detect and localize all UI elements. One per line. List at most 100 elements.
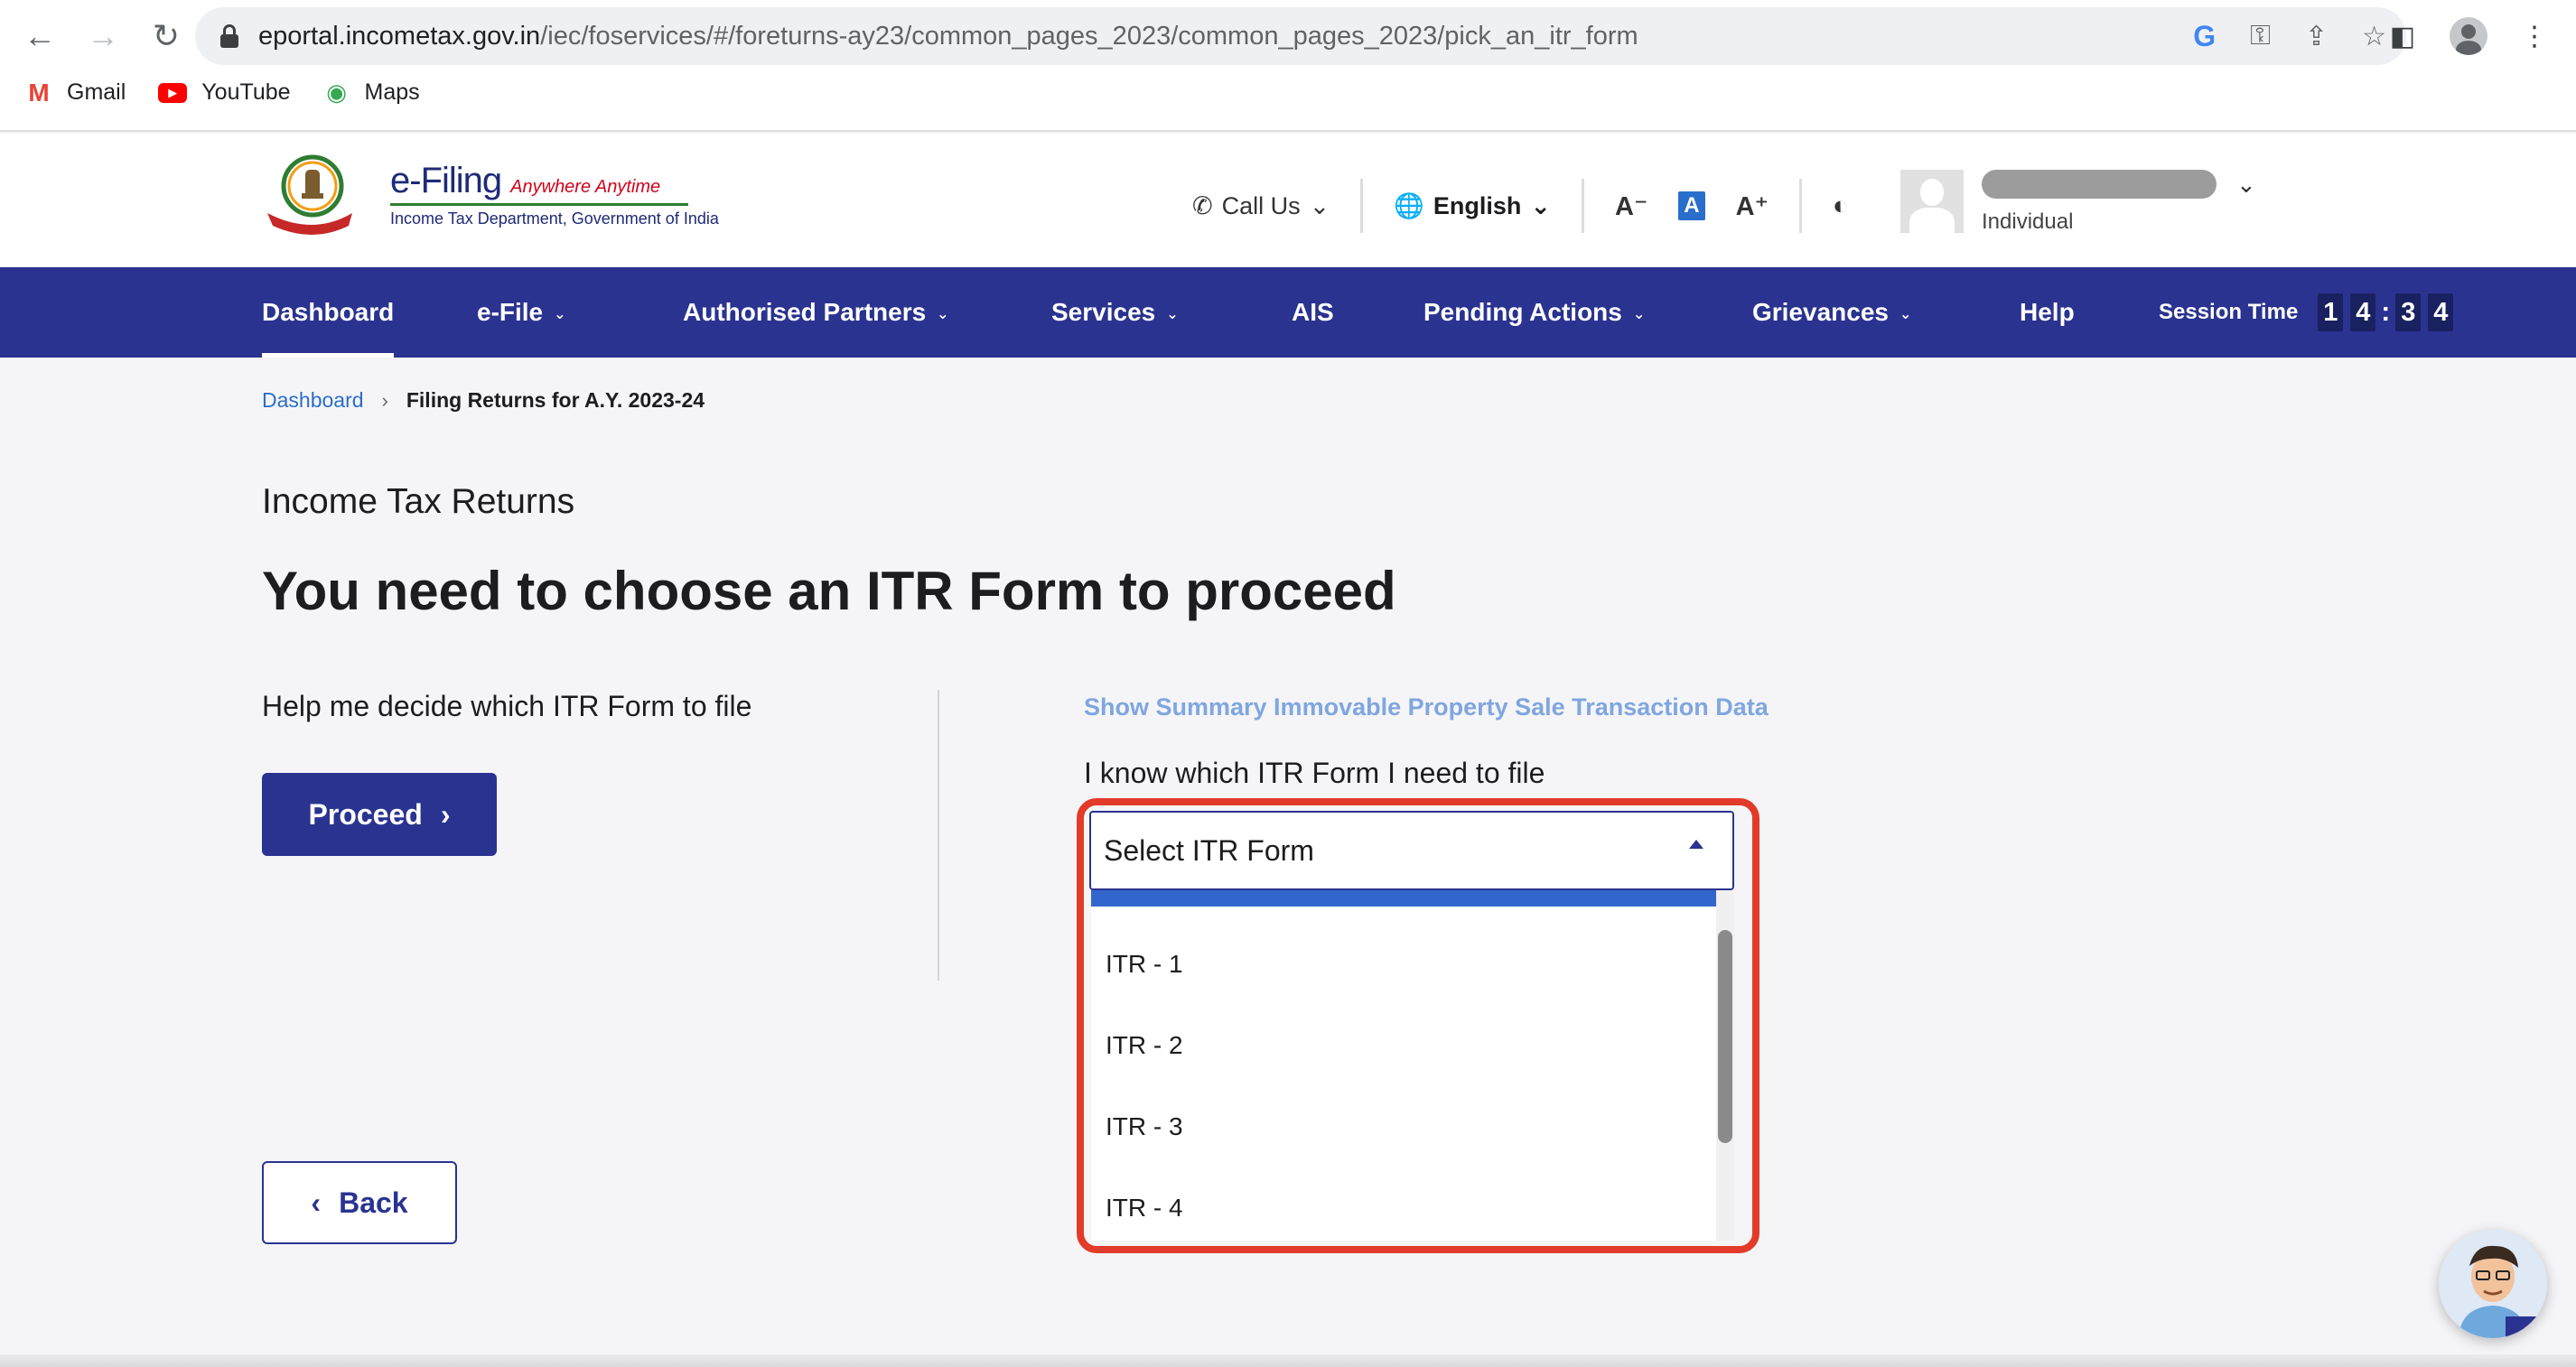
call-us-button[interactable]: ✆ Call Us ⌄ xyxy=(1162,192,1360,220)
share-icon[interactable]: ⇪ xyxy=(2305,21,2328,52)
back-arrow-icon[interactable]: ← xyxy=(20,16,60,56)
page-bottom-edge xyxy=(0,1354,2576,1367)
bookmark-gmail[interactable]: M Gmail xyxy=(25,78,126,107)
proceed-button[interactable]: Proceed › xyxy=(262,773,497,856)
logo-main-text: e-Filing xyxy=(390,161,502,200)
session-digit: 4 xyxy=(2350,293,2376,331)
google-icon[interactable]: G xyxy=(2193,20,2216,53)
bookmark-label: Maps xyxy=(364,79,420,105)
contrast-icon[interactable]: ◐ xyxy=(1816,191,1865,221)
phone-icon: ✆ xyxy=(1192,191,1213,219)
nav-efile[interactable]: e-File ⌄ xyxy=(477,267,566,358)
nav-label: AIS xyxy=(1292,298,1334,326)
back-label: Back xyxy=(339,1186,408,1219)
breadcrumb-current: Filing Returns for A.Y. 2023-24 xyxy=(406,388,705,412)
call-us-label: Call Us xyxy=(1221,191,1301,219)
itr-dropdown-list: ITR - 1 ITR - 2 ITR - 3 ITR - 4 xyxy=(1091,890,1734,1241)
help-decide-text: Help me decide which ITR Form to file xyxy=(262,690,752,722)
option-itr-3[interactable]: ITR - 3 xyxy=(1106,1112,1183,1141)
session-digit: 3 xyxy=(2395,293,2422,331)
reload-icon[interactable]: ↻ xyxy=(146,16,186,56)
language-label: English xyxy=(1433,191,1522,219)
header-divider xyxy=(1798,179,1802,233)
session-timer: Session Time 1 4 : 3 4 xyxy=(2159,267,2454,358)
nav-services[interactable]: Services ⌄ xyxy=(1051,267,1179,358)
nav-label: Grievances xyxy=(1752,298,1889,326)
page-subtitle: Income Tax Returns xyxy=(262,482,575,521)
efiling-logo[interactable]: e-Filing Anywhere Anytime Income Tax Depa… xyxy=(390,161,719,228)
lock-icon[interactable] xyxy=(220,24,238,48)
url-host: eportal.incometax.gov.in xyxy=(258,21,541,51)
user-name-row: ⌄ xyxy=(1982,170,2256,199)
itr-form-select[interactable]: Select ITR Form xyxy=(1089,811,1734,890)
nav-ais[interactable]: AIS xyxy=(1292,267,1334,358)
know-form-text: I know which ITR Form I need to file xyxy=(1084,757,1545,789)
breadcrumb: Dashboard › Filing Returns for A.Y. 2023… xyxy=(262,388,705,413)
browser-nav: ← → ↻ xyxy=(20,16,186,56)
breadcrumb-dashboard-link[interactable]: Dashboard xyxy=(262,388,364,413)
chatbot-avatar-icon[interactable] xyxy=(2439,1230,2547,1338)
chevron-down-icon: ⌄ xyxy=(1530,191,1552,219)
chevron-down-icon[interactable]: ⌄ xyxy=(2236,171,2256,199)
nav-dashboard[interactable]: Dashboard xyxy=(262,267,395,358)
site-header: e-Filing Anywhere Anytime Income Tax Depa… xyxy=(0,134,2576,267)
header-divider xyxy=(1582,179,1585,233)
globe-icon: 🌐 xyxy=(1394,192,1424,219)
avatar xyxy=(1900,170,1964,233)
gmail-icon: M xyxy=(28,78,50,107)
dropdown-scroll-thumb[interactable] xyxy=(1718,930,1732,1143)
chevron-down-icon: ⌄ xyxy=(937,307,949,322)
bookmark-youtube[interactable]: ▶ YouTube xyxy=(158,79,291,106)
browser-chrome: ← → ↻ eportal.incometax.gov.in/iec/foser… xyxy=(0,0,2576,132)
logo-tagline: Anywhere Anytime xyxy=(510,177,661,197)
side-panel-icon[interactable]: ◧ xyxy=(2383,16,2422,56)
session-label: Session Time xyxy=(2159,300,2299,324)
user-menu[interactable]: ⌄ Individual xyxy=(1900,170,2256,235)
back-button[interactable]: ‹ Back xyxy=(262,1161,457,1244)
nav-label: e-File xyxy=(477,298,544,326)
session-digit: 1 xyxy=(2318,293,2344,331)
forward-arrow-icon[interactable]: → xyxy=(83,16,123,56)
nav-pending-actions[interactable]: Pending Actions ⌄ xyxy=(1423,267,1645,358)
key-icon[interactable]: ⚿ xyxy=(2250,21,2271,51)
emblem-logo-icon[interactable] xyxy=(262,153,356,237)
chevron-down-icon: ⌄ xyxy=(1899,307,1912,322)
logo-dept-text: Income Tax Department, Government of Ind… xyxy=(390,209,719,228)
dropdown-selected-option[interactable] xyxy=(1091,890,1716,907)
omnibox-icons: G ⚿ ⇪ ☆ xyxy=(2193,7,2386,65)
dropdown-scrollbar[interactable] xyxy=(1716,890,1734,1241)
bookmark-label: YouTube xyxy=(201,79,291,105)
chevron-right-icon: › xyxy=(440,797,451,831)
font-decrease-button[interactable]: A⁻ xyxy=(1599,191,1664,222)
nav-help[interactable]: Help xyxy=(2020,267,2075,358)
column-divider xyxy=(938,690,939,981)
nav-grievances[interactable]: Grievances ⌄ xyxy=(1752,267,1911,358)
bookmarks-bar: M Gmail ▶ YouTube ◉ Maps xyxy=(25,78,420,107)
chevron-left-icon: ‹ xyxy=(311,1186,322,1219)
browser-side-icons: ◧ ⋮ xyxy=(2383,16,2554,56)
chevron-down-icon: ⌄ xyxy=(554,307,566,322)
nav-authorised-partners[interactable]: Authorised Partners ⌄ xyxy=(683,267,949,358)
nav-label: Pending Actions xyxy=(1423,298,1622,326)
kebab-menu-icon[interactable]: ⋮ xyxy=(2515,16,2554,56)
profile-icon[interactable] xyxy=(2450,17,2487,55)
itr-select-value: Select ITR Form xyxy=(1104,833,1314,867)
option-itr-1[interactable]: ITR - 1 xyxy=(1106,950,1183,979)
language-select[interactable]: 🌐 English ⌄ xyxy=(1363,191,1582,220)
chevron-down-icon: ⌄ xyxy=(1632,307,1646,322)
session-colon: : xyxy=(2381,297,2391,327)
caret-up-icon xyxy=(1689,840,1703,849)
header-tools: ✆ Call Us ⌄ 🌐 English ⌄ A⁻ A A⁺ ◐ xyxy=(1162,179,1865,233)
proceed-label: Proceed xyxy=(308,797,423,831)
option-itr-4[interactable]: ITR - 4 xyxy=(1106,1194,1183,1223)
nav-label: Authorised Partners xyxy=(683,298,927,326)
chevron-down-icon: ⌄ xyxy=(1166,307,1179,322)
bookmark-maps[interactable]: ◉ Maps xyxy=(323,79,420,106)
url-text[interactable]: eportal.incometax.gov.in/iec/foservices/… xyxy=(258,22,1638,51)
font-increase-button[interactable]: A⁺ xyxy=(1720,191,1785,222)
font-normal-button[interactable]: A xyxy=(1678,191,1705,220)
summary-property-link[interactable]: Show Summary Immovable Property Sale Tra… xyxy=(1084,693,1769,721)
option-itr-2[interactable]: ITR - 2 xyxy=(1106,1031,1183,1060)
user-name-redacted xyxy=(1982,170,2217,199)
address-bar[interactable]: eportal.incometax.gov.in/iec/foservices/… xyxy=(195,7,2406,65)
